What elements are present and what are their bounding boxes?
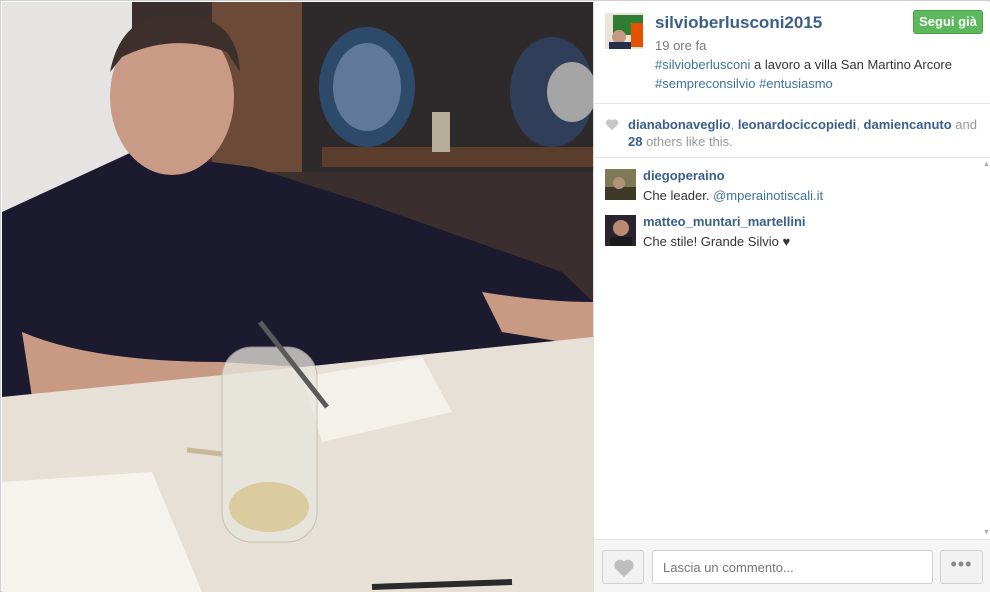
separator: , [730, 117, 738, 132]
avatar[interactable] [605, 215, 636, 246]
likes-text: dianabonaveglio, leonardociccopiedi, dam… [628, 116, 978, 150]
liker-link[interactable]: dianabonaveglio [628, 117, 731, 132]
scroll-down-icon[interactable]: ▼ [983, 529, 990, 536]
comment-input[interactable] [652, 550, 933, 584]
avatar-image [605, 13, 643, 49]
comments-list: diegoperaino Che leader. @mperainotiscal… [594, 159, 990, 539]
photo-illustration [2, 2, 593, 592]
caption-text: a lavoro a villa San Martino Arcore [750, 57, 952, 72]
post-side-panel: silvioberlusconi2015 Segui già 19 ore fa… [593, 2, 990, 592]
comment-avatar-image [605, 169, 636, 200]
post-caption: #silvioberlusconi a lavoro a villa San M… [655, 55, 975, 93]
more-options-button[interactable]: ••• [940, 550, 983, 584]
comment-avatar-image [605, 215, 636, 246]
likes-count[interactable]: 28 [628, 134, 642, 149]
list-item: matteo_muntari_martellini Che stile! Gra… [605, 205, 985, 249]
liker-link[interactable]: damiencanuto [864, 117, 952, 132]
like-button[interactable] [602, 550, 644, 584]
avatar[interactable] [605, 13, 643, 49]
likes-suffix: others like this. [642, 134, 733, 149]
hashtag-link[interactable]: #entusiasmo [759, 76, 833, 91]
instagram-post-frame: silvioberlusconi2015 Segui già 19 ore fa… [0, 0, 990, 592]
post-timestamp: 19 ore fa [655, 38, 707, 53]
likes-section: dianabonaveglio, leonardociccopiedi, dam… [594, 105, 990, 158]
likes-and-text: and [951, 117, 977, 132]
mention-link[interactable]: @mperainotiscali.it [713, 188, 823, 203]
heart-icon [605, 119, 619, 131]
comment-text: Che stile! Grande Silvio ♥ [643, 234, 791, 249]
separator: , [856, 117, 864, 132]
hashtag-link[interactable]: #sempreconsilvio [655, 76, 755, 91]
comment-body: Che leader. [643, 188, 714, 203]
heart-icon [614, 559, 634, 578]
follow-button[interactable]: Segui già [913, 10, 983, 34]
hashtag-link[interactable]: #silvioberlusconi [655, 57, 750, 72]
post-header: silvioberlusconi2015 Segui già 19 ore fa… [594, 2, 990, 104]
post-photo[interactable] [2, 2, 593, 592]
post-username[interactable]: silvioberlusconi2015 [655, 13, 822, 33]
comments-scrollbar[interactable]: ▲ ▼ [983, 159, 990, 539]
comment-text: Che leader. @mperainotiscali.it [643, 188, 823, 203]
list-item: diegoperaino Che leader. @mperainotiscal… [605, 159, 985, 203]
comment-username[interactable]: matteo_muntari_martellini [643, 214, 806, 229]
comment-footer: ••• [594, 539, 990, 592]
comment-username[interactable]: diegoperaino [643, 168, 725, 183]
avatar[interactable] [605, 169, 636, 200]
scroll-up-icon[interactable]: ▲ [983, 161, 990, 168]
liker-link[interactable]: leonardociccopiedi [738, 117, 856, 132]
